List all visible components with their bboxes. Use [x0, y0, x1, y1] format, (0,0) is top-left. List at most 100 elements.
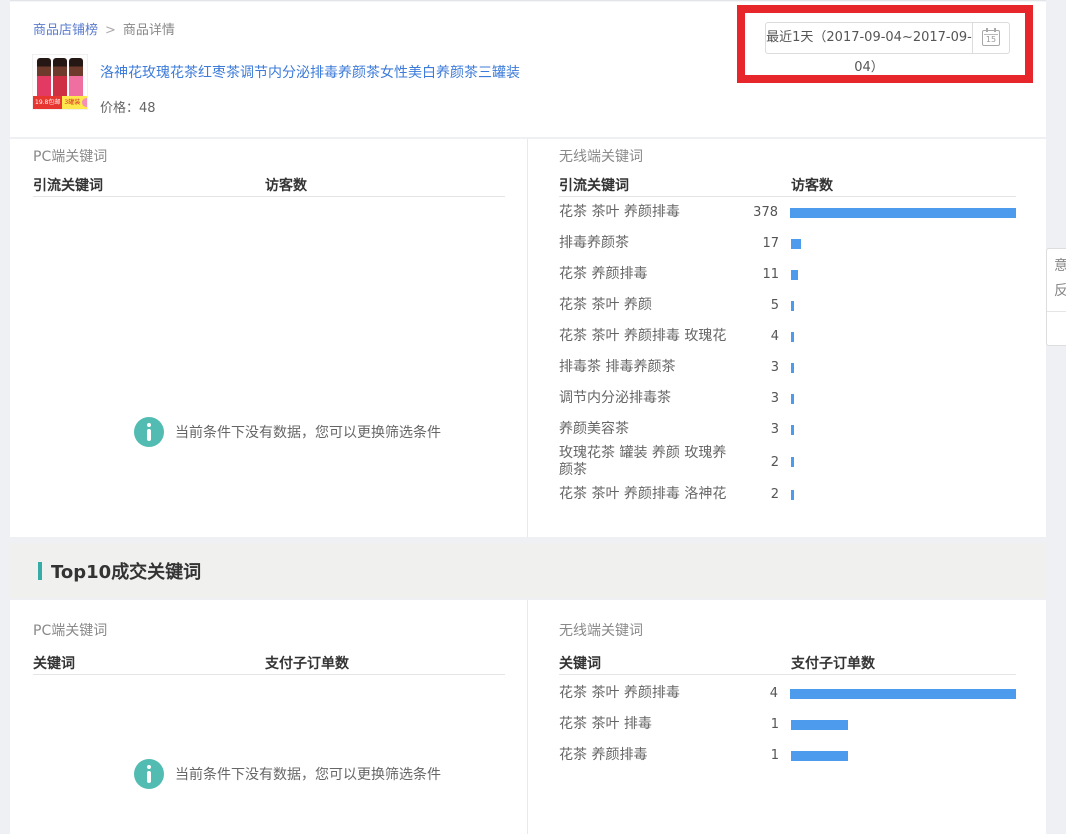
table-row: 花茶 茶叶 养颜排毒4	[559, 678, 1016, 709]
keyword-cell: 养颜美容茶	[559, 421, 739, 438]
calendar-icon-day: 15	[984, 34, 998, 45]
bar-track	[791, 239, 1016, 249]
value-cell: 11	[739, 267, 779, 282]
calendar-icon: 15	[982, 30, 1000, 46]
value-cell: 5	[739, 298, 779, 313]
bar-track	[791, 394, 1016, 404]
table-header-rule	[33, 196, 505, 197]
product-image[interactable]: 19.8包邮 3罐装	[32, 54, 88, 110]
bar-track	[791, 332, 1016, 342]
table-row: 花茶 茶叶 养颜排毒378	[559, 197, 1016, 228]
bar-track	[790, 689, 1016, 699]
empty-state-text: 当前条件下没有数据，您可以更换筛选条件	[175, 764, 441, 784]
feedback-extra-section	[1047, 312, 1066, 345]
product-image-jars	[33, 55, 87, 97]
section-band-top10: Top10成交关键词	[10, 543, 1046, 598]
value-bar	[791, 332, 794, 342]
table-header: 关键词 支付子订单数	[33, 652, 505, 674]
value-cell: 3	[739, 360, 779, 375]
table-row: 排毒茶 排毒养颜茶3	[559, 352, 1016, 383]
value-cell: 2	[739, 455, 779, 470]
table-row: 调节内分泌排毒茶3	[559, 383, 1016, 414]
value-cell: 4	[738, 686, 778, 701]
value-cell: 2	[739, 487, 779, 502]
bar-track	[791, 270, 1016, 280]
keyword-cell: 花茶 茶叶 养颜排毒	[559, 685, 738, 702]
value-bar	[791, 239, 801, 249]
keyword-cell: 花茶 养颜排毒	[559, 266, 739, 283]
column-header-keyword: 引流关键词	[559, 175, 791, 195]
page-root: { "header": { "breadcrumb": { "rank": "商…	[0, 0, 1066, 834]
deal-pc-panel: PC端关键词 关键词 支付子订单数 当前条件下没有数据，您可以更换筛选条件	[10, 600, 527, 834]
keyword-cell: 排毒养颜茶	[559, 235, 739, 252]
empty-state: 当前条件下没有数据，您可以更换筛选条件	[134, 417, 441, 447]
value-bar	[791, 751, 848, 761]
panel-title: PC端关键词	[33, 620, 107, 640]
feedback-float[interactable]: 意见 反馈	[1046, 248, 1066, 346]
traffic-keywords-card: PC端关键词 引流关键词 访客数 当前条件下没有数据，您可以更换筛选条件 无线端…	[10, 139, 1046, 537]
bar-track	[791, 720, 1016, 730]
product-header-card: 商品店铺榜 > 商品详情 19.8包邮 3罐装 洛神花玫瑰花茶红枣茶调节内分泌排毒养…	[10, 0, 1046, 137]
breadcrumb-current: 商品详情	[123, 23, 175, 38]
product-price: 价格：48	[100, 97, 156, 116]
breadcrumb-link-rank[interactable]: 商品店铺榜	[33, 23, 98, 38]
table-row: 花茶 茶叶 养颜排毒 玫瑰花4	[559, 321, 1016, 352]
empty-state-text: 当前条件下没有数据，您可以更换筛选条件	[175, 422, 441, 442]
bar-track	[790, 208, 1016, 218]
value-bar	[791, 490, 794, 500]
column-header-value: 访客数	[265, 175, 307, 195]
table-row: 花茶 茶叶 排毒1	[559, 709, 1016, 740]
info-icon	[134, 417, 164, 447]
traffic-pc-panel: PC端关键词 引流关键词 访客数 当前条件下没有数据，您可以更换筛选条件	[10, 139, 527, 537]
keyword-cell: 花茶 茶叶 养颜	[559, 297, 739, 314]
breadcrumb-separator: >	[105, 23, 116, 38]
table-header: 引流关键词 访客数	[559, 174, 1016, 196]
value-cell: 3	[739, 422, 779, 437]
product-image-promo-banner: 19.8包邮 3罐装	[33, 96, 87, 109]
breadcrumb: 商品店铺榜 > 商品详情	[33, 19, 175, 38]
table-row: 排毒养颜茶17	[559, 228, 1016, 259]
table-row: 花茶 养颜排毒1	[559, 740, 1016, 771]
keyword-cell: 玫瑰花茶 罐装 养颜 玫瑰养颜茶	[559, 445, 739, 479]
keyword-table: 花茶 茶叶 养颜排毒378排毒养颜茶17花茶 养颜排毒11花茶 茶叶 养颜5花茶…	[559, 197, 1016, 510]
keyword-cell: 花茶 茶叶 排毒	[559, 716, 739, 733]
panel-title: 无线端关键词	[559, 146, 643, 166]
promo-bag-icon	[82, 98, 87, 107]
table-header: 引流关键词 访客数	[33, 174, 505, 196]
promo-price-badge: 19.8包邮	[33, 96, 62, 109]
keyword-table: 花茶 茶叶 养颜排毒4花茶 茶叶 排毒1花茶 养颜排毒1	[559, 678, 1016, 771]
section-title: Top10成交关键词	[51, 558, 201, 584]
value-bar	[791, 394, 794, 404]
value-cell: 17	[739, 236, 779, 251]
table-row: 玫瑰花茶 罐装 养颜 玫瑰养颜茶2	[559, 445, 1016, 479]
keyword-cell: 花茶 茶叶 养颜排毒 洛神花	[559, 486, 739, 503]
bar-track	[791, 363, 1016, 373]
feedback-label-line: 反馈	[1054, 279, 1066, 304]
table-row: 养颜美容茶3	[559, 414, 1016, 445]
keyword-cell: 排毒茶 排毒养颜茶	[559, 359, 739, 376]
feedback-label: 意见 反馈	[1047, 249, 1066, 308]
deal-keywords-card: PC端关键词 关键词 支付子订单数 当前条件下没有数据，您可以更换筛选条件 无线…	[10, 600, 1046, 834]
panel-title: PC端关键词	[33, 146, 107, 166]
product-title-link[interactable]: 洛神花玫瑰花茶红枣茶调节内分泌排毒养颜茶女性美白养颜茶三罐装	[100, 62, 520, 82]
keyword-cell: 花茶 养颜排毒	[559, 747, 739, 764]
table-header-rule	[559, 674, 1016, 675]
value-bar	[790, 689, 1016, 699]
bar-track	[791, 457, 1016, 467]
bar-track	[791, 751, 1016, 761]
column-header-value: 支付子订单数	[791, 653, 875, 673]
deal-wireless-panel: 无线端关键词 关键词 支付子订单数 花茶 茶叶 养颜排毒4花茶 茶叶 排毒1花茶…	[527, 600, 1046, 834]
value-bar	[791, 301, 794, 311]
value-cell: 1	[739, 748, 779, 763]
calendar-button[interactable]: 15	[973, 22, 1010, 54]
feedback-label-line: 意见	[1054, 254, 1066, 279]
empty-state: 当前条件下没有数据，您可以更换筛选条件	[134, 759, 441, 789]
column-header-value: 支付子订单数	[265, 653, 349, 673]
value-bar	[791, 720, 848, 730]
info-icon	[134, 759, 164, 789]
date-range-picker[interactable]: 最近1天（2017-09-04~2017-09-04）	[765, 22, 973, 54]
column-header-keyword: 引流关键词	[33, 175, 265, 195]
value-bar	[791, 363, 794, 373]
table-row: 花茶 养颜排毒11	[559, 259, 1016, 290]
value-bar	[791, 270, 798, 280]
